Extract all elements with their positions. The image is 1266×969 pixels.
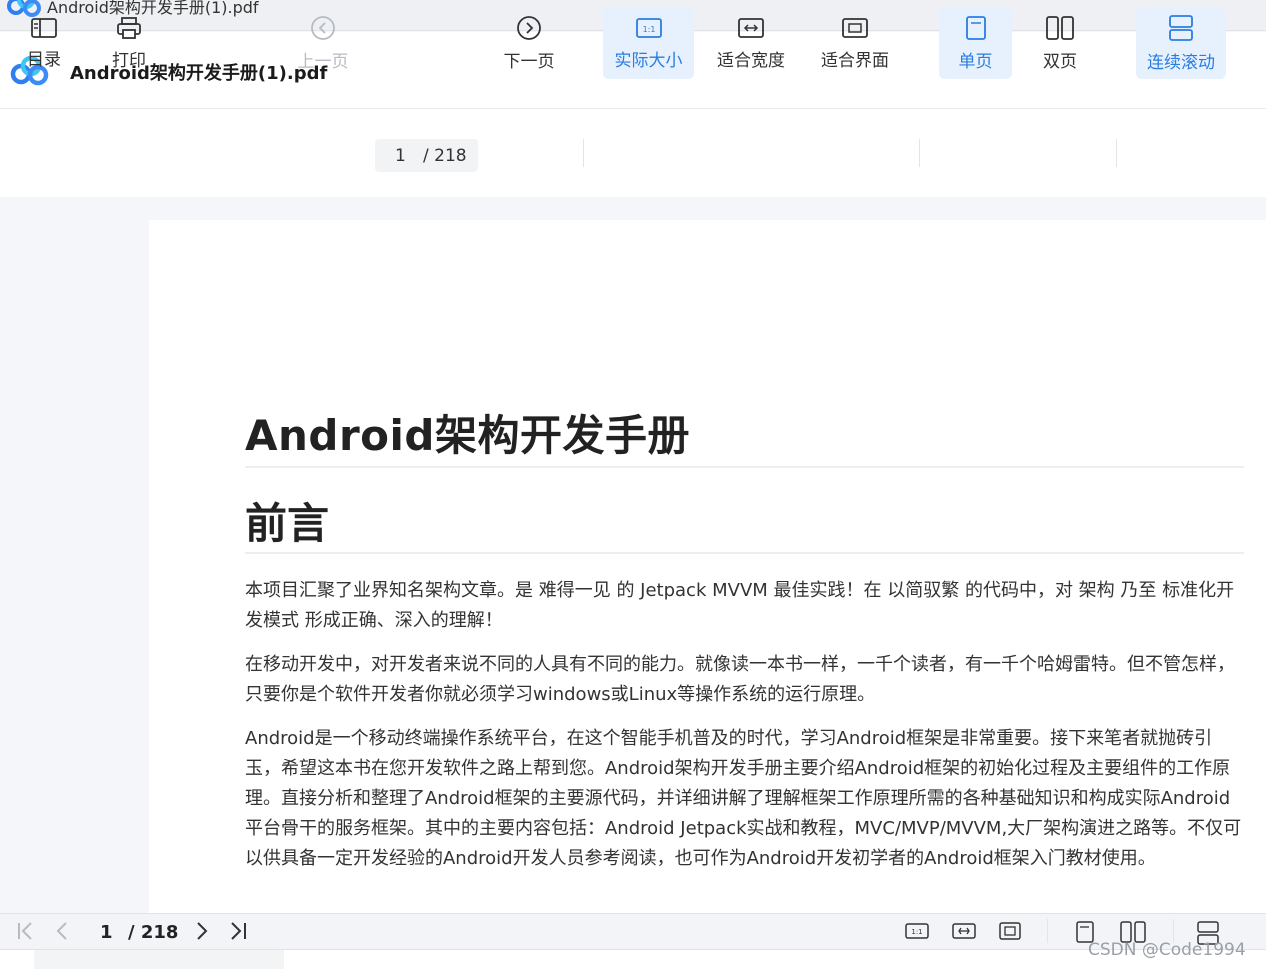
document-heading: Android架构开发手册 xyxy=(245,411,690,460)
paragraph: 在移动开发中，对开发者来说不同的人具有不同的能力。就像读一本书一样，一千个读者，… xyxy=(245,654,1235,705)
toolbar-divider xyxy=(919,139,920,167)
actual-size-label: 实际大小 xyxy=(614,51,683,71)
below-area xyxy=(0,950,1266,969)
next-page-label: 下一页 xyxy=(503,52,555,72)
bottom-nav-bar: 1 / 218 1:1 xyxy=(0,913,1266,950)
tab-stub xyxy=(34,950,284,969)
toc-icon xyxy=(31,18,57,38)
fit-page-icon xyxy=(842,18,868,38)
toc-label: 目录 xyxy=(27,50,61,70)
page-number-input[interactable]: 1 / 218 xyxy=(375,139,478,172)
double-page-label: 双页 xyxy=(1043,52,1077,72)
bottom-current-page[interactable]: 1 xyxy=(100,922,113,943)
watermark: CSDN @Code1994 xyxy=(1088,940,1246,960)
next-page-button[interactable]: 下一页 xyxy=(494,8,564,79)
fit-width-button[interactable]: 适合宽度 xyxy=(706,8,796,79)
prev-page-icon[interactable] xyxy=(52,920,72,947)
fit-width-label: 适合宽度 xyxy=(717,51,785,71)
next-page-icon[interactable] xyxy=(192,920,212,947)
toolbar-divider xyxy=(583,139,584,167)
chevron-right-circle-icon xyxy=(517,16,541,40)
prev-page-label: 上一页 xyxy=(297,52,349,72)
actual-size-icon: 1:1 xyxy=(635,18,662,38)
bottom-divider xyxy=(1047,919,1048,943)
fit-page-label: 适合界面 xyxy=(821,51,889,71)
print-label: 打印 xyxy=(112,51,146,71)
double-page-icon xyxy=(1046,16,1074,40)
continuous-scroll-icon xyxy=(1169,15,1193,41)
prev-page-button[interactable]: 上一页 xyxy=(288,8,358,79)
toolbar-divider xyxy=(1116,139,1117,167)
last-page-icon[interactable] xyxy=(226,920,250,947)
fit-width-icon[interactable] xyxy=(951,920,977,947)
double-page-button[interactable]: 双页 xyxy=(1025,8,1095,79)
actual-size-button[interactable]: 1:1 实际大小 xyxy=(603,8,694,79)
paragraph: 本项目汇聚了业界知名架构文章。是 难得一见 的 Jetpack MVVM 最佳实… xyxy=(245,580,1235,631)
print-button[interactable]: 打印 xyxy=(99,8,159,79)
actual-size-icon[interactable]: 1:1 xyxy=(904,920,930,947)
single-page-icon xyxy=(965,16,986,40)
svg-text:1:1: 1:1 xyxy=(642,25,655,34)
toc-button[interactable]: 目录 xyxy=(14,8,74,79)
section-heading: 前言 xyxy=(245,499,330,548)
pdf-page: Android架构开发手册 前言 本项目汇聚了业界知名架构文章。是 难得一见 的… xyxy=(149,220,1266,914)
section-divider xyxy=(245,552,1244,554)
fit-width-icon xyxy=(738,18,764,38)
single-page-label: 单页 xyxy=(958,52,993,72)
single-page-button[interactable]: 单页 xyxy=(939,8,1012,79)
fit-page-icon[interactable] xyxy=(998,920,1024,947)
heading-divider xyxy=(245,466,1244,468)
current-page-value: 1 xyxy=(395,145,406,166)
first-page-icon[interactable] xyxy=(14,920,38,947)
chevron-left-circle-icon xyxy=(311,16,335,40)
printer-icon xyxy=(117,17,141,39)
continuous-scroll-label: 连续滚动 xyxy=(1147,53,1215,73)
paragraph: Android是一个移动终端操作系统平台，在这个智能手机普及的时代，学习Andr… xyxy=(245,728,1242,869)
fit-page-button[interactable]: 适合界面 xyxy=(810,8,900,79)
bottom-total-pages: / 218 xyxy=(128,922,179,943)
total-pages-value: / 218 xyxy=(423,145,467,166)
svg-text:1:1: 1:1 xyxy=(911,928,922,936)
document-body: 本项目汇聚了业界知名架构文章。是 难得一见 的 Jetpack MVVM 最佳实… xyxy=(245,576,1245,888)
left-gutter xyxy=(0,197,149,913)
continuous-scroll-button[interactable]: 连续滚动 xyxy=(1136,8,1226,79)
viewer-toolbar xyxy=(0,109,1266,197)
